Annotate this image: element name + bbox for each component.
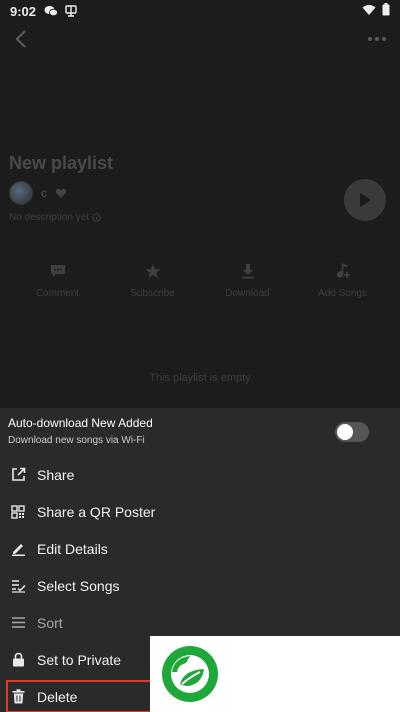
select-list-icon: [10, 578, 26, 594]
action-label: Subscribe: [130, 288, 175, 299]
playlist-title: New playlist: [9, 153, 114, 173]
avatar: [9, 181, 33, 205]
menu-label: Share: [37, 466, 75, 483]
heart-icon: [55, 188, 67, 198]
pencil-icon: [10, 541, 26, 557]
star-icon: [144, 262, 162, 280]
more-dot-icon: [382, 37, 386, 41]
subscribe-action[interactable]: Subscribe: [105, 262, 200, 299]
playlist-owner[interactable]: c: [9, 181, 67, 205]
auto-download-row[interactable]: Auto-download New Added Download new son…: [8, 416, 392, 452]
status-bar: 9:02: [0, 0, 400, 22]
action-label: Download: [225, 288, 270, 299]
share-icon: [10, 467, 26, 483]
play-icon: [360, 193, 371, 207]
highlight-frame: [6, 680, 156, 712]
more-options-button[interactable]: [366, 30, 388, 48]
lock-icon: [10, 652, 26, 668]
playlist-description[interactable]: No description yet: [9, 212, 101, 223]
info-icon: [92, 213, 101, 222]
menu-label: Share a QR Poster: [37, 503, 156, 520]
menu-label: Set to Private: [37, 651, 122, 668]
auto-download-title: Auto-download New Added: [8, 416, 153, 430]
edit-details-menu-item[interactable]: Edit Details: [0, 530, 400, 567]
app-notification-icon: [64, 5, 78, 17]
wechat-icon: [44, 5, 58, 17]
add-songs-action[interactable]: Add Songs: [295, 262, 390, 299]
more-dot-icon: [375, 37, 379, 41]
back-button[interactable]: [12, 28, 32, 50]
share-menu-item[interactable]: Share: [0, 456, 400, 493]
comment-icon: [49, 262, 67, 280]
auto-download-toggle[interactable]: [335, 422, 369, 442]
comment-action[interactable]: Comment: [10, 262, 105, 299]
share-qr-poster-menu-item[interactable]: Share a QR Poster: [0, 493, 400, 530]
action-label: Comment: [35, 288, 80, 299]
play-all-button[interactable]: [344, 179, 386, 221]
description-text: No description yet: [9, 212, 90, 223]
playlist-actions: Comment Subscribe Download Add Songs: [10, 262, 390, 299]
download-icon: [239, 262, 257, 280]
download-action[interactable]: Download: [200, 262, 295, 299]
more-dot-icon: [368, 37, 372, 41]
action-label: Add Songs: [318, 288, 367, 299]
owner-name: c: [41, 186, 47, 200]
empty-state-text: This playlist is empty: [149, 372, 251, 384]
logo-overlay: [150, 636, 400, 712]
menu-label: Select Songs: [37, 577, 120, 594]
chevron-left-icon: [15, 30, 26, 48]
leaf-logo-icon: [162, 646, 218, 702]
top-bar: [0, 26, 400, 54]
toggle-knob: [337, 424, 353, 440]
qr-code-icon: [10, 504, 26, 520]
sort-icon: [10, 615, 26, 631]
add-music-icon: [334, 262, 352, 280]
battery-icon: [382, 3, 390, 19]
auto-download-subtitle: Download new songs via Wi-Fi: [8, 435, 145, 446]
wifi-icon: [362, 4, 376, 19]
menu-label: Sort: [37, 614, 63, 631]
select-songs-menu-item[interactable]: Select Songs: [0, 567, 400, 604]
menu-label: Edit Details: [37, 540, 108, 557]
status-time: 9:02: [10, 3, 37, 19]
